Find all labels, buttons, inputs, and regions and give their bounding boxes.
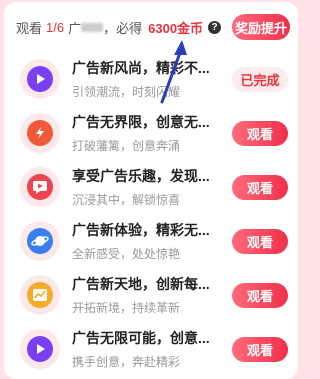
task-row: 广告新体验，精彩无... 全新感受，处处惊艳 观看 — [4, 214, 298, 268]
task-icon-circle — [20, 113, 60, 153]
task-subtitle: 开拓新境，持续革新 — [72, 301, 181, 315]
task-subtitle: 打破藩篱，创意奔涌 — [72, 139, 181, 153]
task-icon-circle — [20, 167, 60, 207]
task-text: 广告无限可能，创意... 携手创意，奔赴精彩 — [72, 328, 232, 370]
task-row: 享受广告乐趣，发现... 沉浸其中，解锁惊喜 观看 — [4, 160, 298, 214]
task-title: 广告无界限，创意无... — [72, 114, 210, 130]
coin-reward: 6300金币 — [148, 20, 204, 36]
task-row: 广告无限可能，创意... 携手创意，奔赴精彩 观看 — [4, 322, 298, 376]
watch-button[interactable]: 观看 — [232, 120, 288, 146]
task-card: 观看 1/6 广 ，必得 6300金币 ? 奖励提升 广告新风尚，精彩不... … — [4, 2, 298, 379]
redacted-text — [81, 22, 104, 32]
boost-reward-button[interactable]: 奖励提升 — [232, 14, 290, 40]
watch-label: 观看 — [16, 20, 43, 36]
task-row: 广告新风尚，精彩不... 引领潮流，时刻闪耀 已完成 — [4, 52, 298, 106]
task-icon-circle — [20, 221, 60, 261]
task-subtitle: 沉浸其中，解锁惊喜 — [72, 193, 181, 207]
task-subtitle: 携手创意，奔赴精彩 — [72, 355, 181, 369]
watch-button[interactable]: 观看 — [232, 336, 288, 362]
task-subtitle: 全新感受，处处惊艳 — [72, 247, 181, 261]
play-icon — [27, 66, 53, 92]
task-text: 享受广告乐趣，发现... 沉浸其中，解锁惊喜 — [72, 166, 232, 208]
task-header: 观看 1/6 广 ，必得 6300金币 ? 奖励提升 — [4, 2, 298, 52]
task-title: 享受广告乐趣，发现... — [72, 168, 210, 184]
task-list: 广告新风尚，精彩不... 引领潮流，时刻闪耀 已完成 广告无界限，创意无... … — [4, 52, 298, 376]
task-icon-circle — [20, 275, 60, 315]
watch-button[interactable]: 观看 — [232, 228, 288, 254]
task-icon-circle — [20, 329, 60, 369]
help-icon[interactable]: ? — [208, 20, 222, 34]
task-text: 广告新风尚，精彩不... 引领潮流，时刻闪耀 — [72, 58, 232, 100]
task-row: 广告新天地，创新每... 开拓新境，持续革新 观看 — [4, 268, 298, 322]
lightning-icon — [27, 120, 53, 146]
play-icon — [27, 336, 53, 362]
watch-button[interactable]: 观看 — [232, 174, 288, 200]
progress-count: 1/6 — [46, 19, 65, 35]
watch-button[interactable]: 观看 — [232, 282, 288, 308]
header-mid-a: 广 — [68, 20, 82, 36]
task-icon-circle — [20, 59, 60, 99]
task-text: 广告新体验，精彩无... 全新感受，处处惊艳 — [72, 220, 232, 262]
task-title: 广告无限可能，创意... — [72, 330, 210, 346]
completed-badge: 已完成 — [232, 66, 288, 92]
task-title: 广告新风尚，精彩不... — [72, 60, 210, 76]
chat-play-icon — [27, 174, 53, 200]
task-subtitle: 引领潮流，时刻闪耀 — [72, 85, 181, 99]
task-text: 广告新天地，创新每... 开拓新境，持续革新 — [72, 274, 232, 316]
planet-icon — [27, 228, 53, 254]
task-title: 广告新天地，创新每... — [72, 276, 210, 292]
chart-icon — [27, 282, 53, 308]
task-title: 广告新体验，精彩无... — [72, 222, 210, 238]
header-text: 观看 1/6 广 ，必得 6300金币 — [16, 18, 203, 37]
task-text: 广告无界限，创意无... 打破藩篱，创意奔涌 — [72, 112, 232, 154]
header-mid-b: ，必得 — [103, 20, 143, 36]
task-row: 广告无界限，创意无... 打破藩篱，创意奔涌 观看 — [4, 106, 298, 160]
